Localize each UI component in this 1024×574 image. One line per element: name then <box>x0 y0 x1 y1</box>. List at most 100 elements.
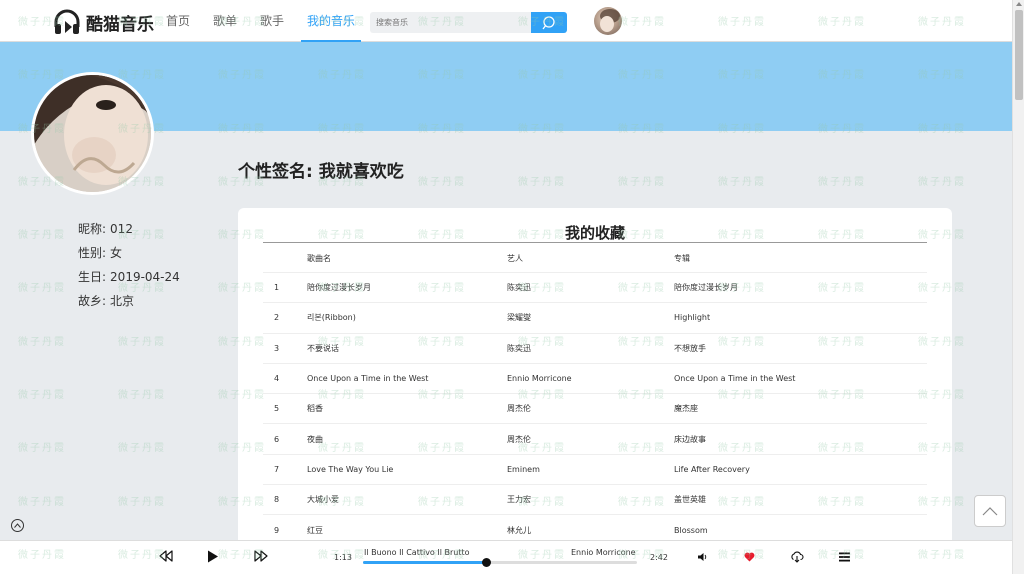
header-artist: 艺人 <box>507 253 523 263</box>
row-artist[interactable]: 周杰伦 <box>507 403 674 414</box>
row-artist[interactable]: Ennio Morricone <box>507 374 674 383</box>
watermark-text: 微子丹霞 <box>18 230 66 241</box>
row-album[interactable]: 床边故事 <box>674 434 924 445</box>
table-row[interactable]: 7 Love The Way You Lie Eminem Life After Re… <box>263 455 927 486</box>
row-album[interactable]: 不想放手 <box>674 343 924 354</box>
play-icon <box>208 550 218 563</box>
table-row[interactable]: 6 夜曲 周杰伦 床边故事 <box>263 424 927 455</box>
row-song-name[interactable]: 리본(Ribbon) <box>307 312 507 323</box>
info-hometown: 故乡: 北京 <box>78 293 180 317</box>
nav-home[interactable]: 首页 <box>166 0 190 42</box>
watermark-text: 微子丹霞 <box>918 177 966 188</box>
table-row[interactable]: 5 稻香 周杰伦 魔杰座 <box>263 394 927 425</box>
row-song-name[interactable]: Love The Way You Lie <box>307 465 507 474</box>
info-label: 性别: <box>78 246 107 260</box>
nav-playlists[interactable]: 歌单 <box>213 0 237 42</box>
table-row[interactable]: 2 리본(Ribbon) 梁耀燮 Highlight <box>263 303 927 334</box>
profile-info: 昵称: 012 性别: 女 生日: 2019-04-24 故乡: 北京 <box>78 221 180 317</box>
search-input[interactable] <box>370 12 531 33</box>
row-song-name[interactable]: 不要说话 <box>307 343 507 354</box>
row-song-name[interactable]: 陪你度过漫长岁月 <box>307 282 507 293</box>
row-artist[interactable]: Eminem <box>507 465 674 474</box>
row-album[interactable]: Highlight <box>674 313 924 322</box>
logo-text: 酷猫音乐 <box>86 14 154 35</box>
info-value: 北京 <box>110 294 135 308</box>
main-nav: 首页 歌单 歌手 我的音乐 <box>166 0 378 42</box>
row-artist[interactable]: 周杰伦 <box>507 434 674 445</box>
info-label: 昵称: <box>78 222 107 236</box>
nav-my-music[interactable]: 我的音乐 <box>301 0 362 42</box>
user-avatar[interactable] <box>594 7 622 35</box>
row-song-name[interactable]: 夜曲 <box>307 434 507 445</box>
next-button[interactable] <box>254 550 268 562</box>
row-artist[interactable]: 梁耀燮 <box>507 312 674 323</box>
play-button[interactable] <box>207 550 219 563</box>
watermark-text: 微子丹霞 <box>18 443 66 454</box>
info-nickname: 昵称: 012 <box>78 221 180 245</box>
scroll-up-arrow-icon[interactable] <box>1016 2 1022 6</box>
like-button[interactable] <box>744 552 755 562</box>
watermark-text: 微子丹霞 <box>18 497 66 508</box>
table-row[interactable]: 4 Once Upon a Time in the West Ennio Morri… <box>263 364 927 395</box>
heart-icon <box>744 552 755 562</box>
row-album[interactable]: Life After Recovery <box>674 465 924 474</box>
total-time: 2:42 <box>650 553 668 562</box>
volume-button[interactable] <box>697 552 707 562</box>
row-album[interactable]: 盖世英雄 <box>674 494 924 505</box>
row-song-name[interactable]: Once Upon a Time in the West <box>307 374 507 383</box>
avatar-image <box>600 9 620 32</box>
watermark-text: 微子丹霞 <box>118 390 166 401</box>
collapse-button[interactable] <box>11 519 24 532</box>
previous-button[interactable] <box>159 550 173 562</box>
search-bar <box>370 12 567 33</box>
info-value: 012 <box>110 222 133 236</box>
watermark-text: 微子丹霞 <box>118 443 166 454</box>
current-time: 1:13 <box>334 553 352 562</box>
row-artist[interactable]: 林允儿 <box>507 525 674 536</box>
table-row[interactable]: 3 不要说话 陈奕迅 不想放手 <box>263 334 927 364</box>
progress-fill <box>363 561 487 564</box>
row-artist[interactable]: 王力宏 <box>507 494 674 505</box>
watermark-text: 微子丹霞 <box>518 177 566 188</box>
nav-singers[interactable]: 歌手 <box>260 0 284 42</box>
row-index: 5 <box>274 404 280 414</box>
info-birthday: 生日: 2019-04-24 <box>78 269 180 293</box>
headphones-icon <box>54 9 80 34</box>
previous-icon <box>159 550 173 562</box>
search-button[interactable] <box>531 12 567 33</box>
row-song-name[interactable]: 红豆 <box>307 525 507 536</box>
watermark-text: 微子丹霞 <box>618 177 666 188</box>
favorites-panel: 我的收藏 歌曲名 艺人 专辑 1 陪你度过漫长岁月 陈奕迅 陪你度过漫长岁月 2 리본(R… <box>238 208 952 548</box>
row-album[interactable]: Once Upon a Time in the West <box>674 374 924 383</box>
row-album[interactable]: 魔杰座 <box>674 403 924 414</box>
row-index: 7 <box>274 464 280 474</box>
row-artist[interactable]: 陈奕迅 <box>507 282 674 293</box>
progress-bar[interactable] <box>363 558 637 567</box>
info-value: 女 <box>110 246 123 260</box>
next-icon <box>254 550 268 562</box>
logo[interactable]: 酷猫音乐 <box>52 7 154 37</box>
playlist-button[interactable] <box>839 552 850 562</box>
cloud-download-icon <box>791 551 804 563</box>
row-song-name[interactable]: 稻香 <box>307 403 507 414</box>
page-scrollbar[interactable] <box>1012 0 1024 574</box>
scroll-thumb[interactable] <box>1015 10 1023 100</box>
chevron-up-icon <box>982 507 998 516</box>
watermark-text: 微子丹霞 <box>18 337 66 348</box>
info-label: 故乡: <box>78 294 107 308</box>
watermark-text: 微子丹霞 <box>18 390 66 401</box>
row-album[interactable]: Blossom <box>674 526 924 535</box>
table-header-row: 歌曲名 艺人 专辑 <box>263 244 927 273</box>
row-album[interactable]: 陪你度过漫长岁月 <box>674 282 924 293</box>
back-to-top-button[interactable] <box>974 495 1006 527</box>
progress-knob[interactable] <box>482 558 492 567</box>
download-button[interactable] <box>790 551 804 563</box>
table-row[interactable]: 1 陪你度过漫长岁月 陈奕迅 陪你度过漫长岁月 <box>263 273 927 304</box>
volume-icon <box>698 553 707 561</box>
watermark-text: 微子丹霞 <box>118 337 166 348</box>
row-song-name[interactable]: 大城小爱 <box>307 494 507 505</box>
watermark-text: 微子丹霞 <box>418 177 466 188</box>
table-row[interactable]: 8 大城小爱 王力宏 盖世英雄 <box>263 485 927 516</box>
row-artist[interactable]: 陈奕迅 <box>507 343 674 354</box>
favorites-divider <box>263 242 927 243</box>
